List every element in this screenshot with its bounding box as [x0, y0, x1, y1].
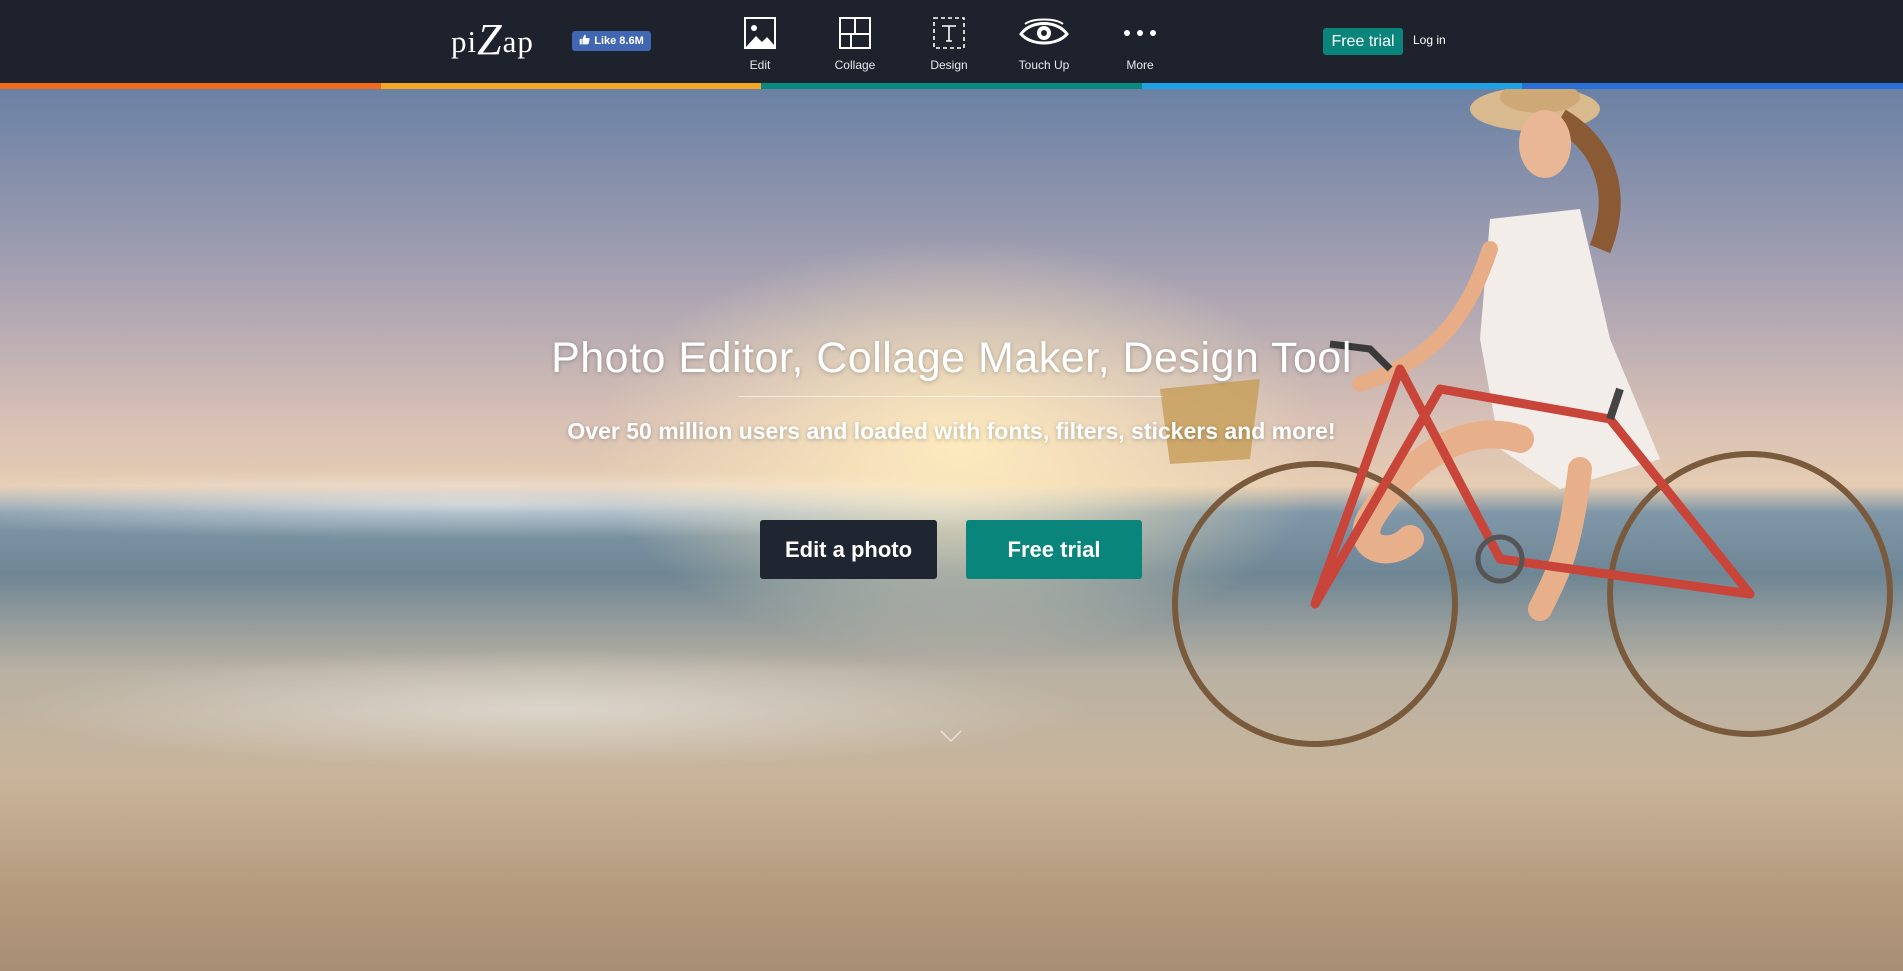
thumbs-up-icon [579, 34, 590, 48]
nav-collage[interactable]: Collage [815, 14, 895, 74]
nav-edit[interactable]: Edit [720, 14, 800, 74]
nav-collage-label: Collage [834, 58, 876, 72]
nav-touch-up[interactable]: Touch Up [1004, 14, 1084, 74]
facebook-like-label: Like 8.6M [594, 35, 644, 47]
header-free-trial-button[interactable]: Free trial [1323, 28, 1403, 55]
nav-touch-up-label: Touch Up [1018, 58, 1070, 72]
nav-more[interactable]: More [1100, 14, 1180, 74]
nav-edit-label: Edit [749, 58, 771, 72]
logo-text-z: Z [477, 15, 503, 64]
pizap-logo[interactable]: piZap [451, 16, 534, 62]
facebook-like-button[interactable]: Like 8.6M [572, 31, 651, 51]
logo-text-pi: pi [451, 24, 478, 59]
eye-icon [1019, 14, 1069, 52]
edit-a-photo-button[interactable]: Edit a photo [760, 520, 937, 579]
nav-design-label: Design [930, 58, 968, 72]
image-icon [743, 14, 777, 52]
nav-more-label: More [1126, 58, 1154, 72]
hero-background-foam-lower [0, 649, 1100, 769]
more-dots-icon [1122, 14, 1158, 52]
cyclist-illustration [1160, 89, 1893, 747]
nav-design[interactable]: Design [909, 14, 989, 74]
text-design-icon [932, 14, 966, 52]
scroll-down-chevron-icon[interactable] [940, 729, 962, 743]
hero-title: Photo Editor, Collage Maker, Design Tool [551, 334, 1352, 382]
logo-text-ap: ap [502, 24, 534, 59]
hero-divider [738, 396, 1163, 397]
hero-free-trial-button[interactable]: Free trial [966, 520, 1142, 579]
hero-subtitle: Over 50 million users and loaded with fo… [567, 418, 1336, 444]
collage-grid-icon [838, 14, 872, 52]
login-link[interactable]: Log in [1413, 33, 1446, 47]
hero-section: Photo Editor, Collage Maker, Design Tool… [0, 89, 1903, 971]
top-navigation-bar: piZap Like 8.6M Edit Collage Design Touc… [0, 0, 1903, 83]
